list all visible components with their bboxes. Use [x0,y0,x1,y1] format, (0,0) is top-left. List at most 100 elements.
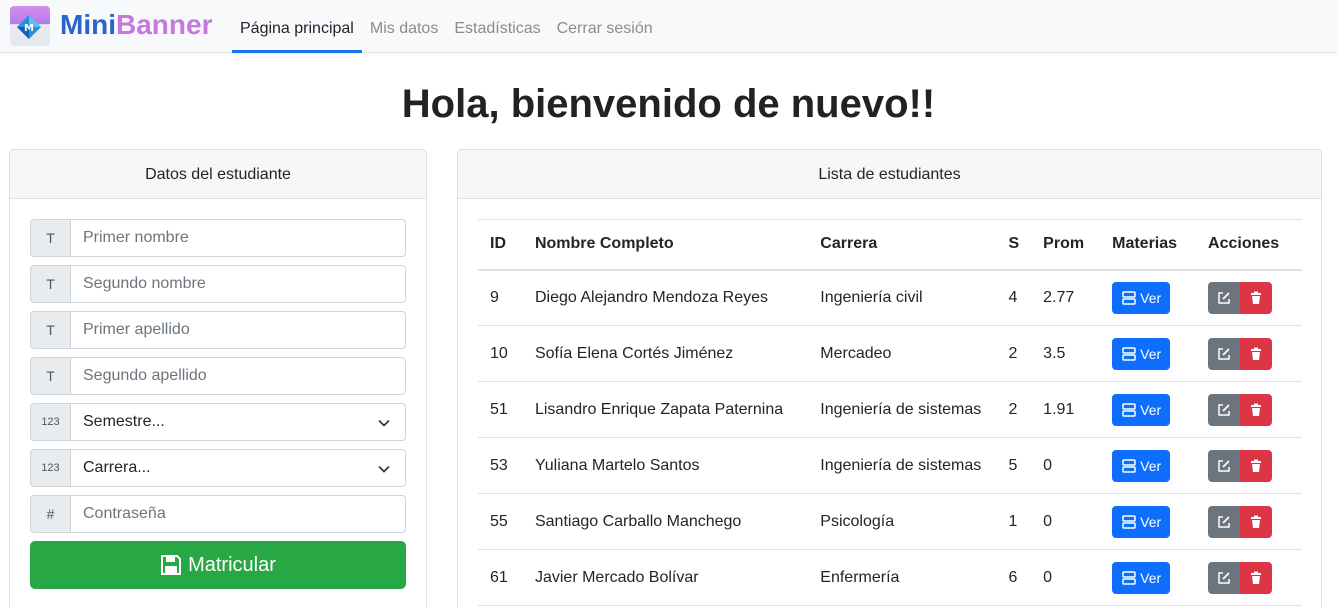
second-surname-input[interactable] [70,357,406,395]
student-form: T T T T 123 Semestre... 123 Carrera... [30,219,406,589]
edit-button[interactable] [1208,281,1241,314]
table-row: 53 Yuliana Martelo Santos Ingeniería de … [478,438,1302,494]
cell-name: Sofía Elena Cortés Jiménez [534,344,734,362]
cell-actions [1196,326,1302,382]
trash-icon [1251,515,1262,528]
cell-semester: 6 [1008,568,1018,586]
delete-button[interactable] [1240,505,1273,538]
delete-button[interactable] [1240,281,1273,314]
brand-part-banner: Banner [116,9,213,40]
view-subjects-button[interactable]: Ver [1112,505,1171,538]
cell-average: 0 [1043,512,1053,530]
column-header-average: Prom [1043,235,1085,253]
edit-button[interactable] [1208,561,1241,594]
list-icon [1122,458,1136,473]
student-form-card: Datos del estudiante T T T T 123 Semestr… [9,149,427,607]
list-icon [1122,291,1136,305]
view-label: Ver [1140,457,1162,474]
cell-subjects: Ver [1100,270,1196,326]
edit-button[interactable] [1208,337,1241,370]
logo-letter: M [24,23,34,34]
cell-career: Psicología [820,512,895,530]
view-label: Ver [1140,289,1162,306]
semester-select[interactable]: Semestre... [70,403,406,441]
first-name-input[interactable] [70,219,406,257]
cell-name: Lisandro Enrique Zapata Paternina [534,400,784,418]
second-surname-group: T [30,357,406,395]
cell-average: 0 [1043,568,1053,586]
career-select-value: Carrera... [83,459,151,476]
cell-subjects: Ver [1100,550,1196,606]
table-row: 10 Sofía Elena Cortés Jiménez Mercadeo 2… [478,326,1302,382]
trash-icon [1251,403,1262,416]
trash-icon [1251,571,1262,584]
view-subjects-button[interactable]: Ver [1112,281,1171,314]
cell-name: Javier Mercado Bolívar [534,568,699,586]
cell-semester: 5 [1008,456,1018,474]
edit-icon [1218,571,1230,584]
delete-button[interactable] [1240,449,1273,482]
cell-id: 55 [490,512,508,530]
view-subjects-button[interactable]: Ver [1112,561,1171,594]
column-header-subjects: Materias [1112,235,1178,253]
trash-icon [1251,347,1262,360]
view-label: Ver [1140,401,1162,418]
edit-button[interactable] [1208,393,1241,426]
enroll-button[interactable]: Matricular [30,541,406,589]
hash-prefix-icon: # [30,495,70,533]
career-select[interactable]: Carrera... [70,449,406,487]
logo-diamond-icon: M [17,15,41,39]
text-prefix-icon: T [30,219,70,257]
chevron-down-icon [378,419,390,427]
second-name-input[interactable] [70,265,406,303]
edit-icon [1218,515,1230,528]
top-navbar: M MiniBanner Página principal Mis datos … [0,0,1337,53]
delete-button[interactable] [1240,337,1273,370]
cell-career: Ingeniería civil [820,288,923,306]
student-list-header: Lista de estudiantes [458,150,1321,199]
first-surname-input[interactable] [70,311,406,349]
view-label: Ver [1140,513,1162,530]
table-row: 55 Santiago Carballo Manchego Psicología… [478,494,1302,550]
column-header-career: Carrera [820,235,878,253]
nav-links: Página principal Mis datos Estadísticas … [232,0,661,53]
nav-link-home[interactable]: Página principal [232,0,362,53]
brand-name[interactable]: MiniBanner [60,8,212,42]
cell-subjects: Ver [1100,494,1196,550]
view-subjects-button[interactable]: Ver [1112,449,1171,482]
cell-name: Santiago Carballo Manchego [534,512,742,530]
cell-subjects: Ver [1100,438,1196,494]
student-table-wrap: ID Nombre Completo Carrera S Prom Materi… [478,219,1302,606]
cell-average: 0 [1043,456,1053,474]
first-name-group: T [30,219,406,257]
cell-average: 1.91 [1043,400,1075,418]
table-row: 61 Javier Mercado Bolívar Enfermería 6 0… [478,550,1302,606]
nav-link-statistics[interactable]: Estadísticas [446,0,548,53]
cell-career: Enfermería [820,568,900,586]
password-group: # [30,495,406,533]
trash-icon [1251,291,1262,304]
app-logo[interactable]: M [10,6,50,46]
career-group: 123 Carrera... [30,449,406,487]
edit-button[interactable] [1208,449,1241,482]
student-list-card: Lista de estudiantes ID Nombre Completo … [457,149,1322,607]
cell-average: 3.5 [1043,344,1066,362]
edit-button[interactable] [1208,505,1241,538]
delete-button[interactable] [1240,561,1273,594]
view-subjects-button[interactable]: Ver [1112,393,1171,426]
cell-semester: 2 [1008,400,1018,418]
view-subjects-button[interactable]: Ver [1112,337,1171,370]
delete-button[interactable] [1240,393,1273,426]
enroll-button-label: Matricular [188,553,276,576]
student-form-header: Datos del estudiante [10,150,426,199]
text-prefix-icon: T [30,357,70,395]
cell-name: Yuliana Martelo Santos [534,456,700,474]
table-row: 9 Diego Alejandro Mendoza Reyes Ingenier… [478,270,1302,326]
cell-actions [1196,382,1302,438]
password-input[interactable] [70,495,406,533]
list-icon [1122,514,1136,529]
cell-id: 10 [490,344,508,362]
nav-link-my-data[interactable]: Mis datos [362,0,446,53]
trash-icon [1251,459,1262,472]
nav-link-logout[interactable]: Cerrar sesión [549,0,661,53]
